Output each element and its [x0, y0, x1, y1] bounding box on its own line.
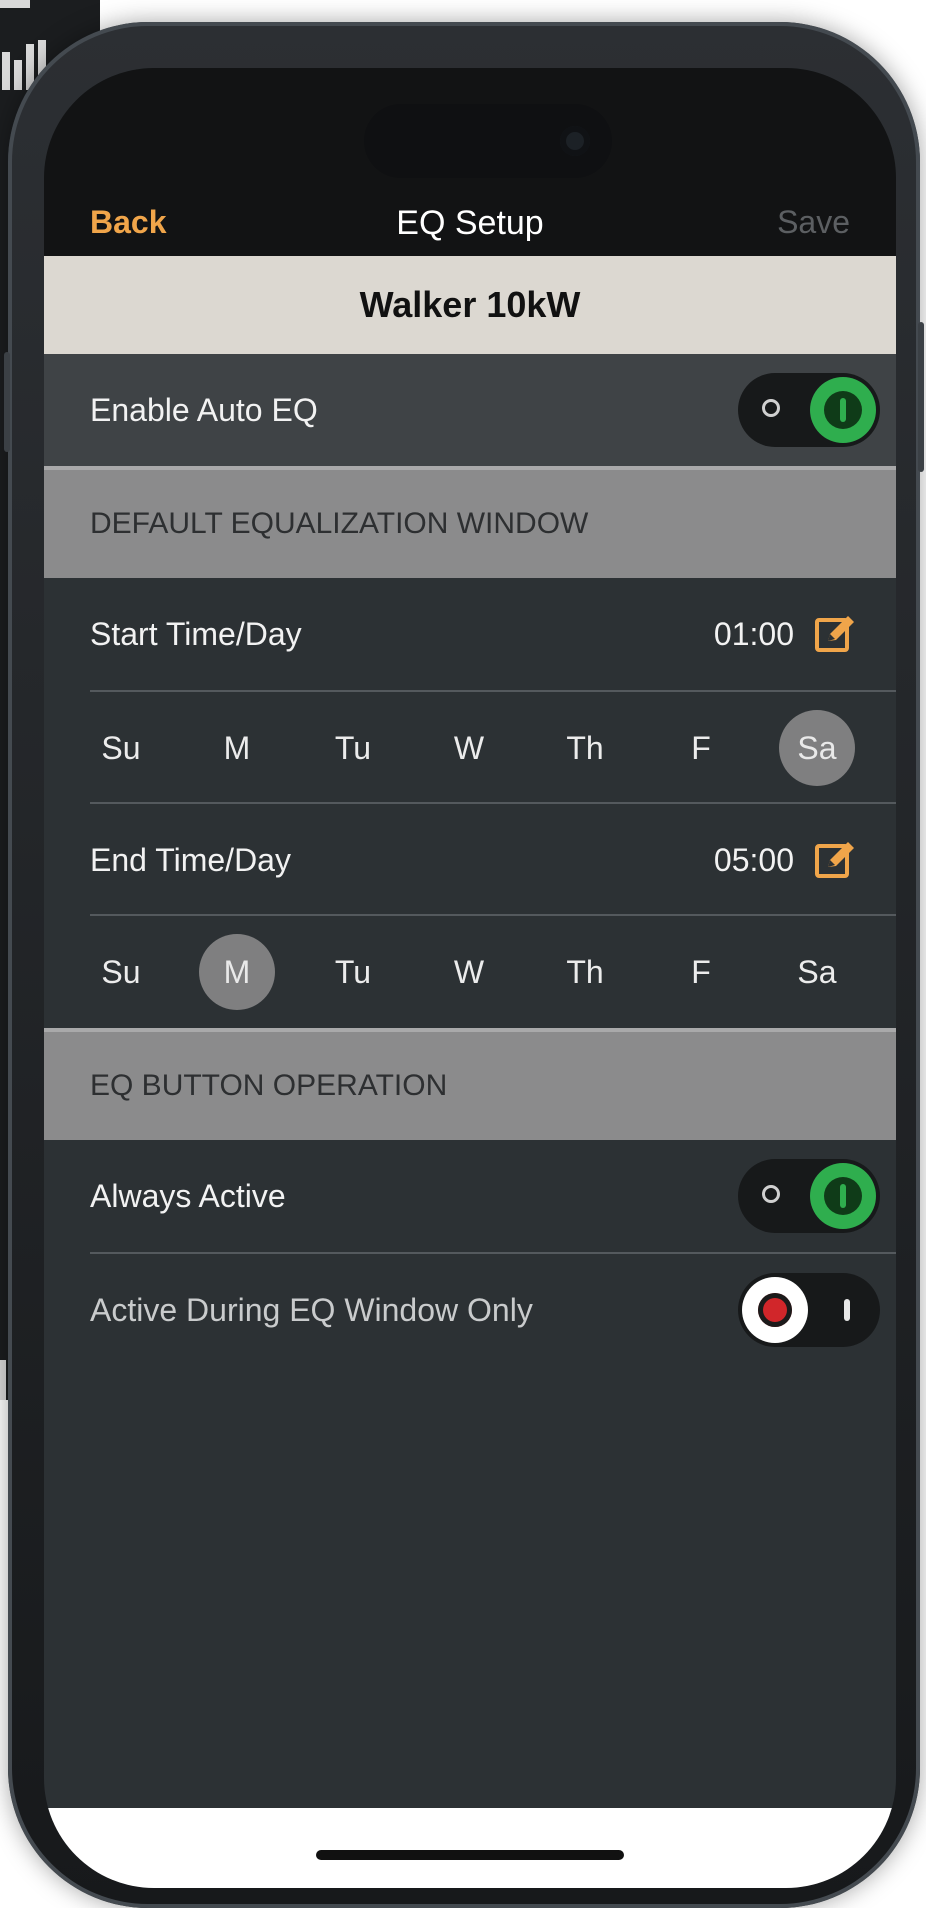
start-day-w[interactable]: W — [431, 710, 507, 786]
start-day-m[interactable]: M — [199, 710, 275, 786]
save-button[interactable]: Save — [777, 204, 850, 241]
end-day-selector: Su M Tu W Th F Sa — [44, 916, 896, 1028]
off-symbol-icon — [762, 1185, 780, 1203]
active-window-only-row: Active During EQ Window Only — [44, 1254, 896, 1366]
start-day-th[interactable]: Th — [547, 710, 623, 786]
end-day-f[interactable]: F — [663, 934, 739, 1010]
off-symbol-icon — [762, 399, 780, 417]
active-window-only-toggle[interactable] — [738, 1273, 880, 1347]
page-title: EQ Setup — [396, 204, 544, 242]
enable-auto-eq-row: Enable Auto EQ — [44, 354, 896, 466]
end-day-w[interactable]: W — [431, 934, 507, 1010]
toggle-off-knob-icon — [742, 1277, 808, 1343]
end-time-label: End Time/Day — [90, 841, 291, 878]
start-time-value: 01:00 — [713, 615, 794, 652]
end-day-th[interactable]: Th — [547, 934, 623, 1010]
device-name-header: Walker 10kW — [44, 256, 896, 354]
active-window-only-label: Active During EQ Window Only — [90, 1291, 533, 1328]
phone-screen: Back EQ Setup Save Walker 10kW Enable Au… — [44, 68, 896, 1888]
end-day-tu[interactable]: Tu — [315, 934, 391, 1010]
start-time-label: Start Time/Day — [90, 615, 302, 652]
section-header-eq-button: EQ BUTTON OPERATION — [44, 1028, 896, 1140]
end-day-su[interactable]: Su — [83, 934, 159, 1010]
start-day-tu[interactable]: Tu — [315, 710, 391, 786]
enable-auto-eq-toggle[interactable] — [738, 373, 880, 447]
start-day-f[interactable]: F — [663, 710, 739, 786]
phone-frame: Back EQ Setup Save Walker 10kW Enable Au… — [4, 22, 924, 1908]
start-time-row: Start Time/Day 01:00 — [44, 578, 896, 690]
start-day-sa-selected[interactable]: Sa — [779, 710, 855, 786]
toggle-on-knob-icon — [810, 377, 876, 443]
toggle-on-knob-icon — [810, 1163, 876, 1229]
on-symbol-icon — [844, 1299, 850, 1321]
section-header-eq-window: DEFAULT EQUALIZATION WINDOW — [44, 466, 896, 578]
camera-icon — [560, 126, 590, 156]
edit-icon[interactable] — [814, 613, 856, 655]
end-day-sa[interactable]: Sa — [779, 934, 855, 1010]
home-area — [44, 1808, 896, 1888]
end-day-m-selected[interactable]: M — [199, 934, 275, 1010]
enable-auto-eq-label: Enable Auto EQ — [90, 391, 318, 428]
start-day-su[interactable]: Su — [83, 710, 159, 786]
start-day-selector: Su M Tu W Th F Sa — [44, 692, 896, 804]
edit-icon[interactable] — [814, 839, 856, 881]
always-active-toggle[interactable] — [738, 1159, 880, 1233]
always-active-row: Always Active — [44, 1140, 896, 1252]
end-time-value: 05:00 — [713, 841, 794, 878]
nav-bar: Back EQ Setup Save — [44, 68, 896, 256]
always-active-label: Always Active — [90, 1177, 286, 1214]
home-indicator[interactable] — [316, 1850, 624, 1860]
end-time-row: End Time/Day 05:00 — [44, 804, 896, 916]
dynamic-island — [364, 104, 612, 178]
